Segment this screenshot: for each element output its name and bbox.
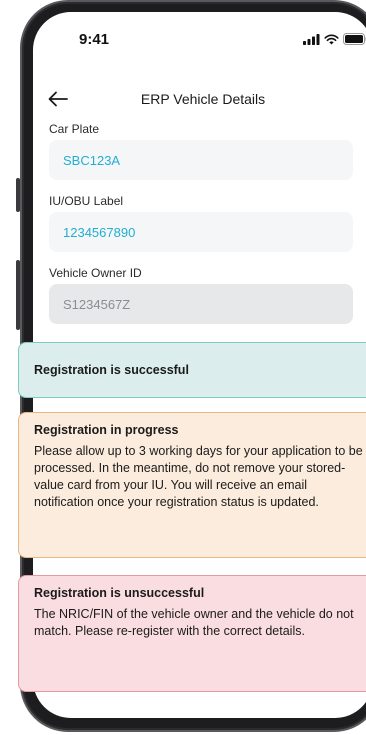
owner-id-field: S1234567Z [49,284,353,324]
stage: 9:41 ERP Vehicle Details Car Plate SBC12… [0,0,366,735]
progress-alert: Registration in progress Please allow up… [18,412,366,558]
wifi-icon [324,34,339,44]
fail-alert-body: The NRIC/FIN of the vehicle owner and th… [34,607,354,638]
iu-obu-label: IU/OBU Label [49,194,124,208]
car-plate-label: Car Plate [49,122,100,136]
car-plate-value: SBC123A [63,152,121,168]
page-title: ERP Vehicle Details [140,91,266,107]
success-alert: Registration is successful [18,342,366,398]
owner-id-value: S1234567Z [63,296,131,312]
phone-side-button [16,178,20,212]
success-alert-title: Registration is successful [34,363,189,377]
car-plate-field[interactable]: SBC123A [49,140,353,180]
phone-volume-button [16,260,20,330]
iu-obu-field[interactable]: 1234567890 [49,212,353,252]
cellular-signal-icon [303,33,320,45]
battery-icon [343,33,366,45]
progress-alert-body: Please allow up to 3 working days for yo… [34,444,363,509]
status-time: 9:41 [79,31,110,48]
fail-alert-title: Registration is unsuccessful [34,586,205,600]
fail-alert: Registration is unsuccessful The NRIC/FI… [18,575,366,692]
owner-id-label: Vehicle Owner ID [49,266,142,280]
iu-obu-value: 1234567890 [63,224,136,240]
progress-alert-title: Registration in progress [34,423,179,437]
status-icons [303,33,366,45]
